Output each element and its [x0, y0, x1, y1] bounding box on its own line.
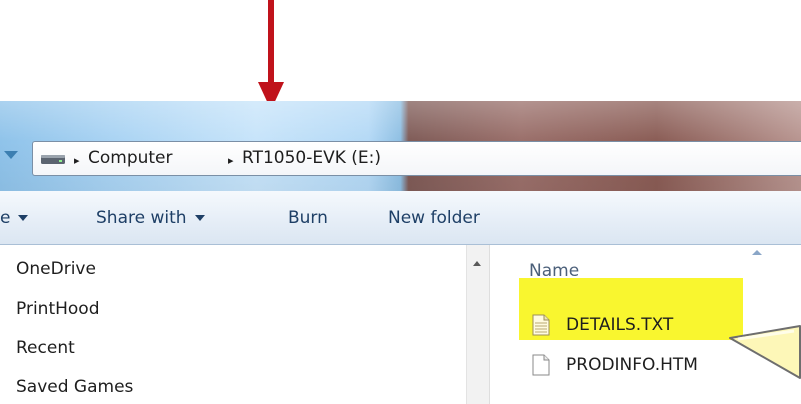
- breadcrumb-separator-icon[interactable]: ▸: [74, 155, 80, 166]
- nav-item-saved-games[interactable]: Saved Games: [16, 379, 133, 396]
- file-name: PRODINFO.HTM: [566, 355, 698, 375]
- share-with-button[interactable]: Share with: [96, 210, 205, 227]
- file-row[interactable]: DETAILS.TXT: [529, 312, 729, 338]
- new-folder-button[interactable]: New folder: [388, 210, 480, 227]
- share-with-label: Share with: [96, 208, 187, 228]
- chevron-down-icon: [194, 215, 205, 221]
- annotation-pointer-icon: [729, 325, 801, 379]
- document-file-icon: [532, 354, 550, 376]
- scroll-up-icon[interactable]: [473, 261, 481, 266]
- text-file-icon: [532, 314, 550, 336]
- file-name: DETAILS.TXT: [566, 315, 674, 335]
- breadcrumb-separator-icon[interactable]: ▸: [228, 155, 234, 166]
- burn-button[interactable]: Burn: [288, 210, 328, 227]
- organize-label: e: [0, 208, 11, 228]
- nav-item-onedrive[interactable]: OneDrive: [16, 261, 96, 278]
- nav-item-printhood[interactable]: PrintHood: [16, 301, 99, 318]
- file-row[interactable]: PRODINFO.HTM: [529, 352, 749, 378]
- nav-item-recent[interactable]: Recent: [16, 340, 75, 357]
- drive-icon: [41, 155, 65, 164]
- navigation-scrollbar[interactable]: [466, 245, 490, 404]
- column-header-name[interactable]: Name: [529, 263, 579, 280]
- sort-ascending-icon: [752, 250, 762, 255]
- breadcrumb-computer[interactable]: Computer: [88, 150, 173, 167]
- annotation-arrow-shaft: [268, 0, 274, 86]
- chevron-down-icon: [18, 215, 29, 221]
- breadcrumb-drive[interactable]: RT1050-EVK (E:): [242, 150, 381, 167]
- recent-locations-dropdown-icon[interactable]: [4, 151, 18, 159]
- organize-button[interactable]: e: [0, 208, 29, 228]
